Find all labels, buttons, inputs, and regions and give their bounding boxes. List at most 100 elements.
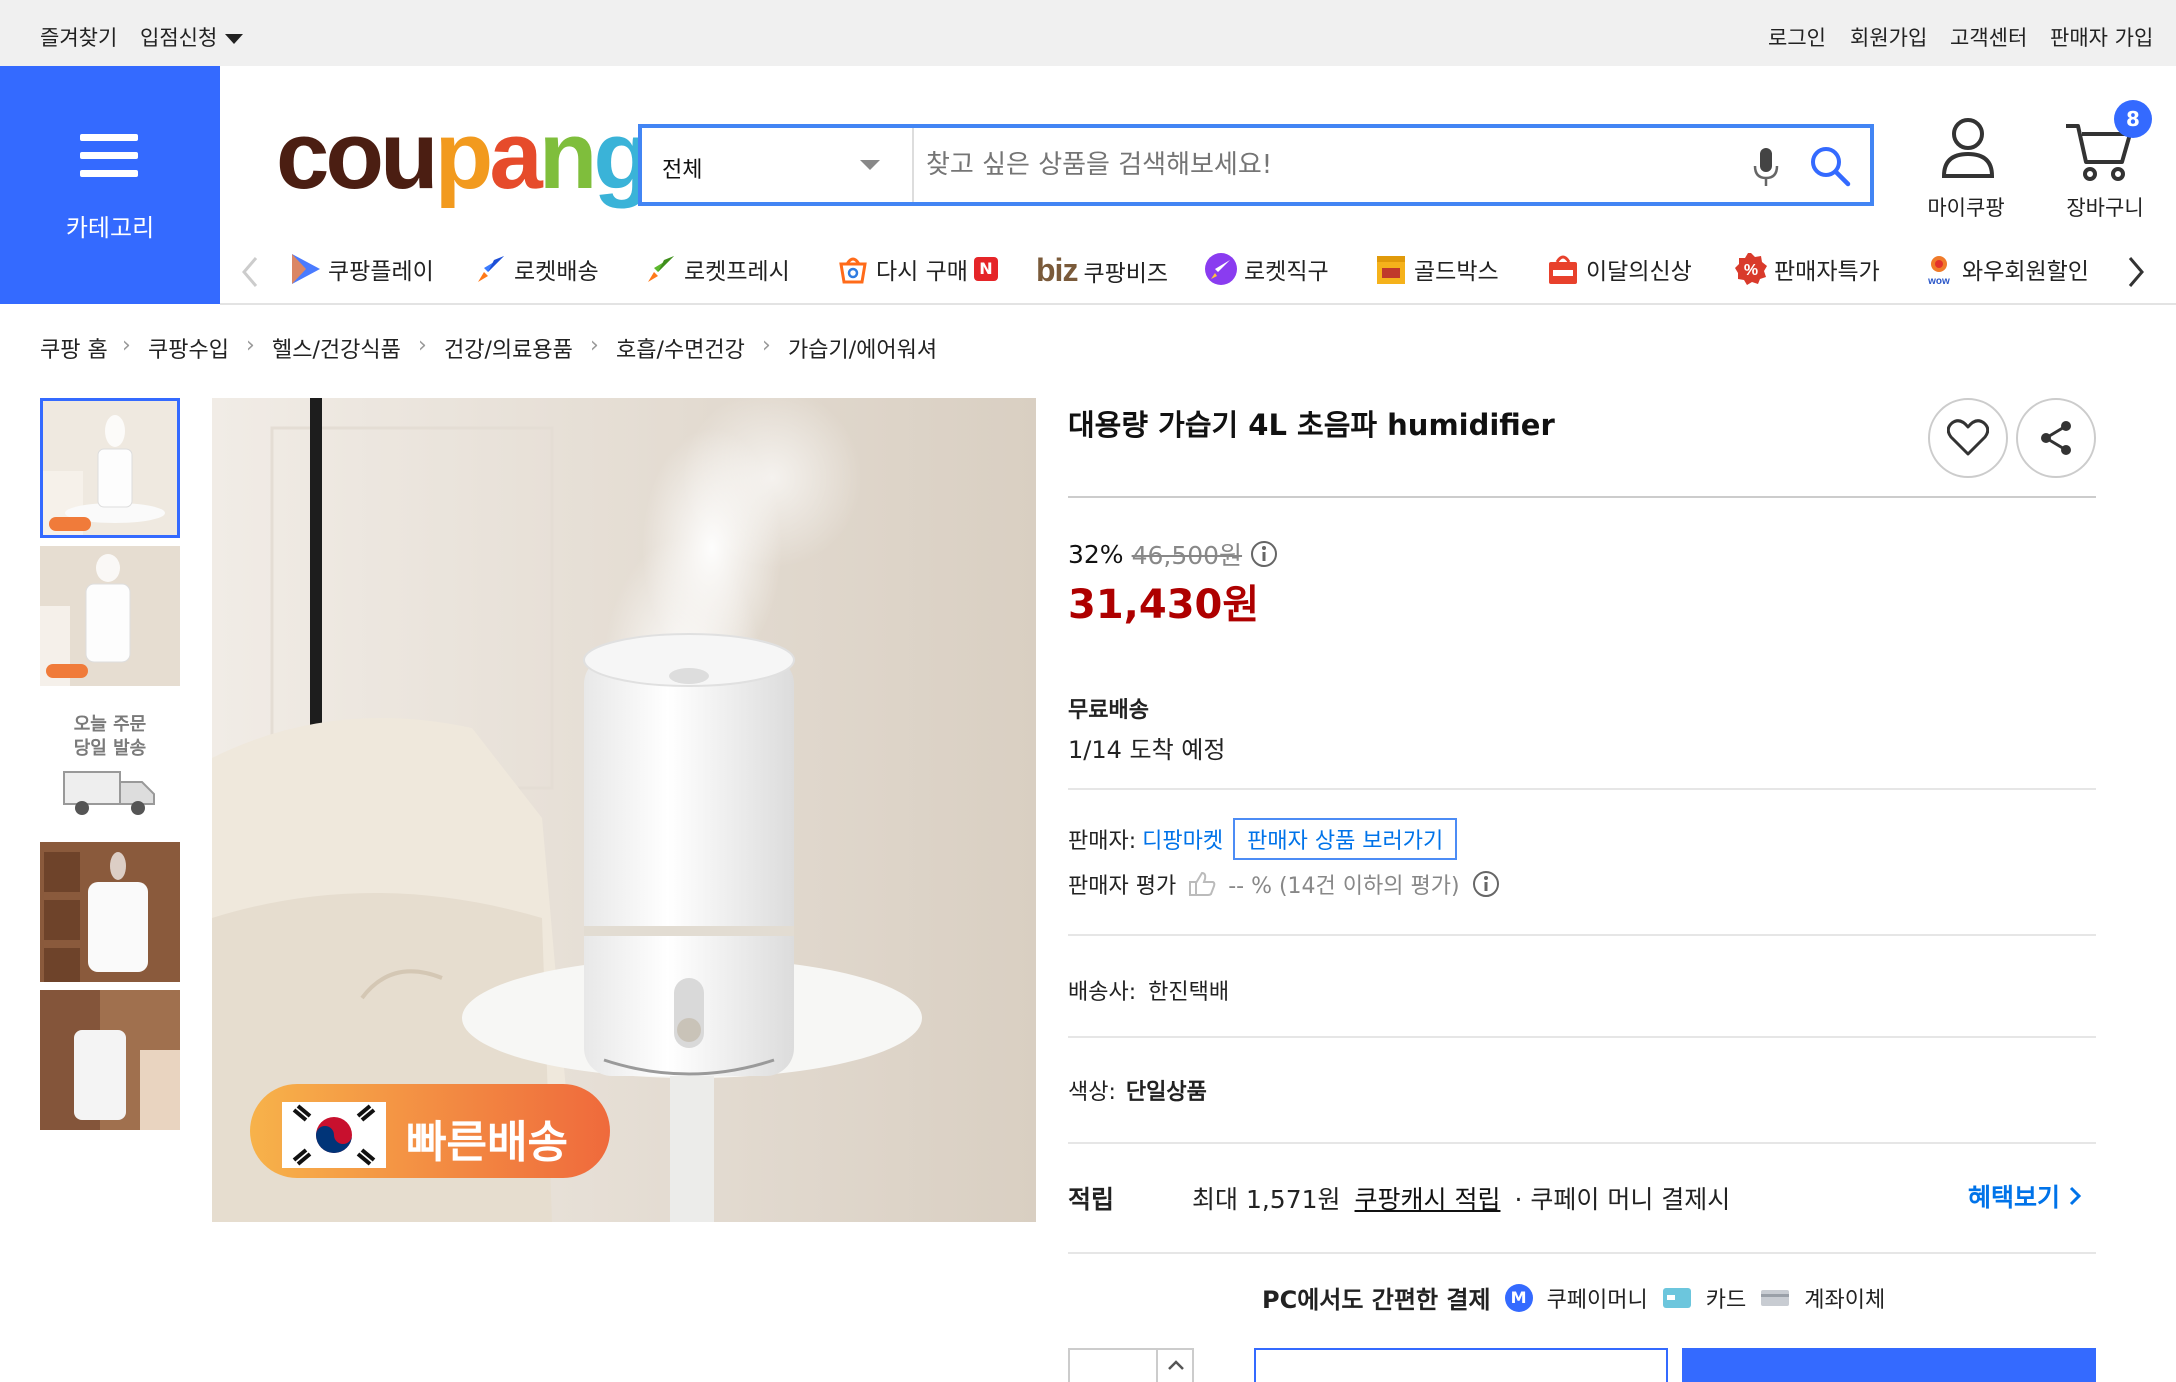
- seller-row: 판매자: 디팡마켓 판매자 상품 보러가기: [1068, 818, 1458, 860]
- store-apply-dropdown[interactable]: 입점신청: [140, 22, 244, 52]
- nav-item-seller-deals[interactable]: % 판매자특가: [1734, 252, 1880, 286]
- coupay-money-label: 쿠페이머니: [1546, 1287, 1648, 1313]
- nav-item-rocket-fresh[interactable]: 로켓프레시: [644, 252, 790, 286]
- search-bar: 전체: [638, 124, 1874, 206]
- price-original-row: 32% 46,500원: [1068, 536, 1278, 572]
- info-icon[interactable]: [1472, 870, 1500, 898]
- coupang-logo[interactable]: coupang: [276, 108, 652, 204]
- svg-text:%: %: [1744, 262, 1758, 279]
- easy-pay-row: PC에서도 간편한 결제 M 쿠페이머니 카드 계좌이체: [1262, 1280, 1885, 1315]
- nav-item-coupang-play[interactable]: 쿠팡플레이: [288, 252, 434, 286]
- share-icon: [2041, 421, 2071, 455]
- percent-icon: %: [1735, 253, 1767, 285]
- nav-item-wow-discount[interactable]: wow 와우회원할인: [1922, 252, 2092, 286]
- color-label: 색상:: [1068, 1080, 1116, 1105]
- nav-item-label: 이달의신상: [1586, 259, 1692, 285]
- chevron-right-icon: ›: [246, 333, 255, 358]
- thumbnail-4[interactable]: [40, 842, 180, 982]
- nav-item-goldbox[interactable]: 골드박스: [1374, 252, 1499, 286]
- card-icon: [1662, 1287, 1691, 1308]
- reward-condition-text: · 쿠페이 머니 결제시: [1514, 1185, 1731, 1214]
- chevron-right-icon[interactable]: [2126, 254, 2146, 290]
- share-button[interactable]: [2016, 398, 2096, 478]
- goldbox-icon: [1377, 256, 1405, 284]
- nav-item-new-arrivals[interactable]: 이달의신상: [1546, 252, 1692, 286]
- section-divider: [1068, 1142, 2096, 1144]
- search-category-value: 전체: [662, 158, 703, 183]
- seller-name-link[interactable]: 디팡마켓: [1142, 823, 1223, 855]
- wishlist-button[interactable]: [1928, 398, 2008, 478]
- play-icon: [292, 254, 320, 284]
- thumbnail-2[interactable]: [40, 546, 180, 686]
- seller-signup-link[interactable]: 판매자 가입: [2050, 22, 2153, 52]
- my-coupang-button[interactable]: 마이쿠팡: [1916, 116, 2016, 226]
- biz-icon: biz: [1036, 252, 1078, 288]
- cart-count-badge: 8: [2114, 100, 2152, 138]
- benefit-view-link[interactable]: 혜택보기: [1968, 1178, 2082, 1214]
- chevron-right-icon: ›: [762, 333, 771, 358]
- nav-item-rocket-delivery[interactable]: 로켓배송: [474, 252, 599, 286]
- breadcrumb-item[interactable]: 호흡/수면건강: [616, 332, 745, 364]
- user-icon: [1941, 118, 1995, 178]
- quantity-stepper[interactable]: [1068, 1348, 1194, 1382]
- nav-item-rocket-global[interactable]: 로켓직구: [1204, 252, 1329, 286]
- thumbnail-5[interactable]: [40, 990, 180, 1130]
- customer-center-link[interactable]: 고객센터: [1950, 22, 2027, 52]
- sale-price: 31,430원: [1068, 582, 1260, 628]
- breadcrumb-item[interactable]: 쿠팡 홈: [40, 332, 108, 364]
- humidifier-thumbnail-image: [43, 401, 177, 535]
- info-icon[interactable]: [1250, 540, 1278, 568]
- signup-link[interactable]: 회원가입: [1850, 22, 1927, 52]
- nav-item-label: 다시 구매: [876, 259, 968, 285]
- cart-button[interactable]: 8 장바구니: [2050, 100, 2160, 226]
- login-link[interactable]: 로그인: [1768, 22, 1826, 52]
- category-button[interactable]: 카테고리: [0, 66, 220, 304]
- thumbnail-1-selected[interactable]: [40, 398, 180, 538]
- nav-item-rebuy[interactable]: 다시 구매 N: [836, 252, 998, 286]
- courier-row: 배송사: 한진택배: [1068, 974, 1229, 1006]
- my-coupang-label: 마이쿠팡: [1927, 196, 2005, 220]
- thumbnail-3[interactable]: 오늘 주문 당일 발송: [40, 694, 180, 834]
- card-label: 카드: [1705, 1287, 1747, 1313]
- buy-now-button[interactable]: [1682, 1348, 2096, 1382]
- favorites-link[interactable]: 즐겨찾기: [40, 22, 117, 52]
- rocket-global-icon: [1205, 253, 1237, 285]
- main-product-image[interactable]: 빠른배송: [212, 398, 1036, 1222]
- nav-item-label: 로켓배송: [514, 259, 599, 285]
- add-to-cart-button[interactable]: [1254, 1348, 1668, 1382]
- bank-transfer-label: 계좌이체: [1804, 1287, 1886, 1313]
- section-divider: [1068, 788, 2096, 790]
- search-category-select[interactable]: 전체: [642, 128, 914, 202]
- breadcrumb-item[interactable]: 가습기/에어워셔: [788, 332, 937, 364]
- thumbs-up-icon: [1189, 871, 1216, 896]
- truck-icon: [63, 771, 155, 815]
- section-divider: [1068, 934, 2096, 936]
- section-divider: [1068, 1252, 2096, 1254]
- cart-label: 장바구니: [2066, 196, 2144, 220]
- humidifier-thumbnail-image: [40, 990, 180, 1130]
- chevron-up-icon[interactable]: [1166, 1358, 1186, 1372]
- courier-name: 한진택배: [1148, 980, 1230, 1005]
- coupang-cash-link[interactable]: 쿠팡캐시 적립: [1355, 1180, 1501, 1216]
- nav-item-coupang-biz[interactable]: biz 쿠팡비즈: [1036, 252, 1168, 289]
- humidifier-thumbnail-image: [40, 546, 180, 686]
- color-option-row: 색상: 단일상품: [1068, 1074, 1207, 1106]
- search-input[interactable]: [926, 142, 1726, 188]
- caret-down-icon: [225, 34, 244, 44]
- courier-label: 배송사:: [1068, 980, 1137, 1005]
- nav-item-label: 판매자특가: [1774, 259, 1880, 285]
- breadcrumb-item[interactable]: 헬스/건강식품: [272, 332, 401, 364]
- chevron-left-icon[interactable]: [240, 254, 260, 290]
- discount-rate: 32%: [1068, 539, 1124, 569]
- breadcrumb-item[interactable]: 건강/의료용품: [444, 332, 573, 364]
- fast-delivery-badge-text: 빠른배송: [406, 1117, 568, 1168]
- chevron-right-icon: ›: [122, 333, 131, 358]
- nav-item-label: 쿠팡플레이: [328, 259, 434, 285]
- nav-item-label: 로켓직구: [1244, 259, 1329, 285]
- section-divider: [1068, 1036, 2096, 1038]
- microphone-icon[interactable]: [1752, 146, 1780, 190]
- breadcrumb-item[interactable]: 쿠팡수입: [148, 332, 229, 364]
- search-icon[interactable]: [1808, 144, 1852, 188]
- rocket-fresh-icon: [648, 256, 674, 282]
- seller-products-button[interactable]: 판매자 상품 보러가기: [1233, 818, 1458, 860]
